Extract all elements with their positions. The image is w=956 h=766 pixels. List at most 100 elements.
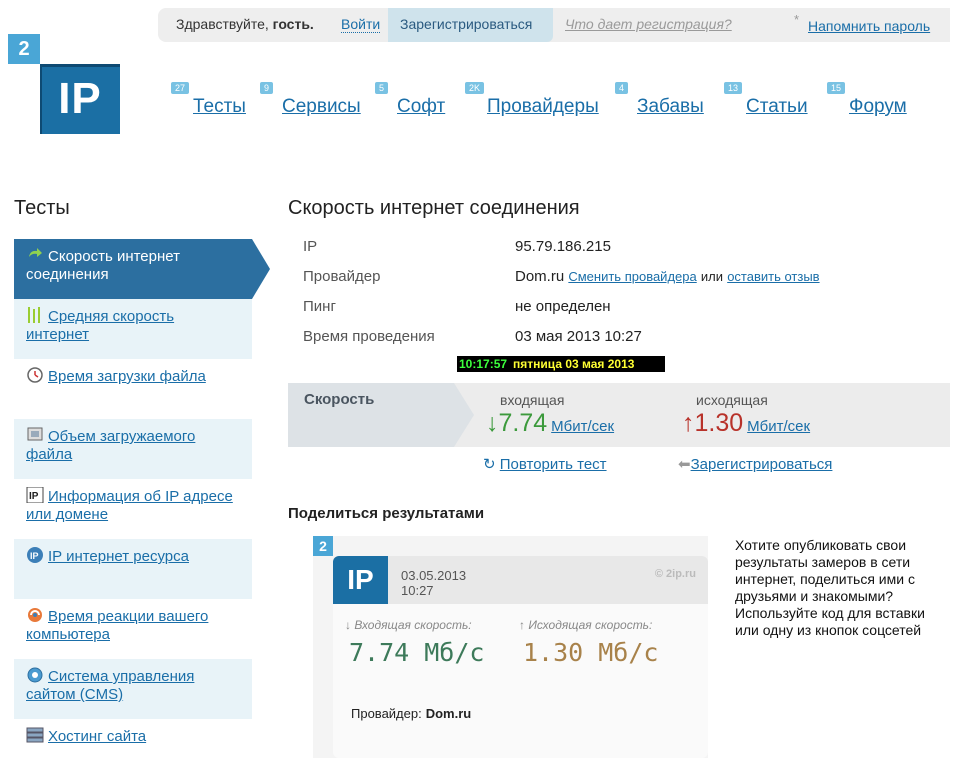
repeat-test-link[interactable]: Повторить тест <box>500 456 607 473</box>
nav-link[interactable]: Статьи <box>746 96 808 117</box>
logo-ip[interactable]: IP <box>40 64 120 134</box>
clock-icon <box>26 367 44 383</box>
login-link[interactable]: Войти <box>341 16 381 33</box>
sidebar-item-label: Скорость интернет соединения <box>26 248 180 283</box>
nav-link[interactable]: Тесты <box>193 96 246 117</box>
card-logo: IP <box>333 556 388 604</box>
result-card[interactable]: 2 IP 03.05.2013 10:27 © 2ip.ru ↓ Входящая… <box>313 536 708 758</box>
sidebar-item-download-time[interactable]: Время загрузки файла <box>14 359 252 419</box>
nav-count: 13 <box>724 82 743 94</box>
card-date: 03.05.2013 <box>401 568 467 583</box>
why-register-link[interactable]: Что дает регистрация? <box>565 16 732 32</box>
outgoing-speed: ↑1.30 Мбит/сек <box>682 409 810 438</box>
repeat-test-button[interactable]: ↻ Повторить тест <box>483 455 607 473</box>
sync-icon <box>26 607 44 623</box>
nav-link[interactable]: Сервисы <box>282 96 361 117</box>
refresh-arrow-icon <box>26 247 44 263</box>
outgoing-unit-link[interactable]: Мбит/сек <box>747 418 810 435</box>
sidebar-item-label: Система управления сайтом (CMS) <box>26 668 195 703</box>
info-label-provider: Провайдер <box>303 268 381 285</box>
nav-item-providers[interactable]: 2K Провайдеры <box>465 82 599 118</box>
speed-label: Скорость <box>288 383 474 447</box>
up-arrow-icon: ↑ <box>682 409 695 437</box>
sidebar-item-reaction-time[interactable]: Время реакции вашего компьютера <box>14 599 252 659</box>
clock-time: 10:17:57 <box>459 357 508 371</box>
sidebar-item-hosting[interactable]: Хостинг сайта <box>14 719 252 766</box>
sidebar-item-resource-ip[interactable]: IP IP интернет ресурса <box>14 539 252 599</box>
card-small-logo: 2 <box>313 536 333 556</box>
card-out-label: ↑ Исходящая скорость: <box>519 618 653 632</box>
card-provider: Провайдер: Dom.ru <box>351 706 471 721</box>
plug-icon: ⬅ <box>678 456 691 473</box>
sidebar-item-speed[interactable]: Скорость интернет соединения <box>14 239 270 299</box>
incoming-speed: ↓7.74 Мбит/сек <box>486 409 614 438</box>
sidebar-item-label: Время загрузки файла <box>48 368 206 385</box>
register-link[interactable]: Зарегистрироваться <box>691 456 833 473</box>
nav-item-articles[interactable]: 13 Статьи <box>724 82 808 118</box>
sidebar-item-ip-info[interactable]: IP Информация об IP адресе или домене <box>14 479 252 539</box>
sidebar-item-file-size[interactable]: Объем загружаемого файла <box>14 419 252 479</box>
page-title: Скорость интернет соединения <box>288 197 580 219</box>
nav-link[interactable]: Забавы <box>637 96 704 117</box>
card-header <box>333 556 708 604</box>
speed-panel: Скорость входящая исходящая ↓7.74 Мбит/се… <box>288 383 950 447</box>
clock-widget: 10:17:57 пятница 03 мая 2013 <box>457 356 665 372</box>
nav-link[interactable]: Форум <box>849 96 907 117</box>
sidebar-item-label: Объем загружаемого файла <box>26 428 196 463</box>
sidebar-item-label: IP интернет ресурса <box>48 548 189 565</box>
nav-item-tests[interactable]: 27 Тесты <box>171 82 246 118</box>
share-title: Поделиться результатами <box>288 505 485 522</box>
nav-link[interactable]: Софт <box>397 96 445 117</box>
card-site: © 2ip.ru <box>654 568 696 580</box>
share-description: Хотите опубликовать свои результаты заме… <box>735 537 925 638</box>
svg-text:IP: IP <box>29 491 39 502</box>
card-in-value: 7.74 Мб/с <box>349 638 485 667</box>
nav-item-services[interactable]: 9 Сервисы <box>260 82 361 118</box>
nav-item-soft[interactable]: 5 Софт <box>375 82 445 118</box>
card-out-value: 1.30 Мб/с <box>523 638 659 667</box>
outgoing-label: исходящая <box>696 392 768 408</box>
sidebar-item-label: Время реакции вашего компьютера <box>26 608 209 643</box>
outgoing-value: 1.30 <box>694 409 744 437</box>
gear-icon <box>26 667 44 683</box>
nav-link[interactable]: Провайдеры <box>487 96 599 117</box>
ip-icon: IP <box>26 486 44 504</box>
incoming-value: 7.74 <box>498 409 548 437</box>
sidebar-title: Тесты <box>14 197 70 219</box>
info-value-provider: Dom.ru <box>515 268 565 285</box>
leave-review-link[interactable]: оставить отзыв <box>727 269 819 284</box>
sidebar-item-label: Средняя скорость интернет <box>26 308 175 343</box>
card-datetime: 03.05.2013 10:27 <box>401 568 466 598</box>
monitor-icon <box>26 427 44 443</box>
incoming-label: входящая <box>500 392 565 408</box>
change-provider-link[interactable]: Сменить провайдера <box>568 269 696 284</box>
logo-small[interactable]: 2 <box>8 34 40 64</box>
card-in-label: ↓ Входящая скорость: <box>345 618 472 632</box>
greeting: Здравствуйте, гость. <box>176 16 314 32</box>
info-label-ping: Пинг <box>303 298 336 315</box>
nav-count: 9 <box>260 82 274 94</box>
sidebar-item-label: Информация об IP адресе или домене <box>26 488 233 523</box>
sidebar-list: Скорость интернет соединения Средняя ско… <box>14 239 270 766</box>
sidebar-item-cms[interactable]: Система управления сайтом (CMS) <box>14 659 252 719</box>
nav-item-forum[interactable]: 15 Форум <box>827 82 907 118</box>
top-bar: Здравствуйте, гость. Войти Зарегистриров… <box>158 8 950 42</box>
register-button[interactable]: ⬅Зарегистрироваться <box>678 455 832 473</box>
info-label-time: Время проведения <box>303 328 435 345</box>
remind-password-link[interactable]: Напомнить пароль <box>808 18 930 34</box>
repeat-icon: ↻ <box>483 456 496 473</box>
info-value-time: 03 мая 2013 10:27 <box>515 328 642 345</box>
clock-date: пятница 03 мая 2013 <box>513 357 635 371</box>
nav-count: 4 <box>615 82 629 94</box>
info-value-ping: не определен <box>515 298 611 315</box>
star-mark: * <box>794 12 800 27</box>
down-arrow-icon: ↓ <box>486 409 499 437</box>
sidebar-item-avg-speed[interactable]: Средняя скорость интернет <box>14 299 252 359</box>
server-icon <box>26 727 44 743</box>
card-body: IP 03.05.2013 10:27 © 2ip.ru ↓ Входящая с… <box>333 556 708 758</box>
register-tab[interactable]: Зарегистрироваться <box>388 8 553 42</box>
nav-item-fun[interactable]: 4 Забавы <box>615 82 704 118</box>
nav-count: 5 <box>375 82 389 94</box>
incoming-unit-link[interactable]: Мбит/сек <box>551 418 614 435</box>
info-value-ip: 95.79.186.215 <box>515 238 611 255</box>
